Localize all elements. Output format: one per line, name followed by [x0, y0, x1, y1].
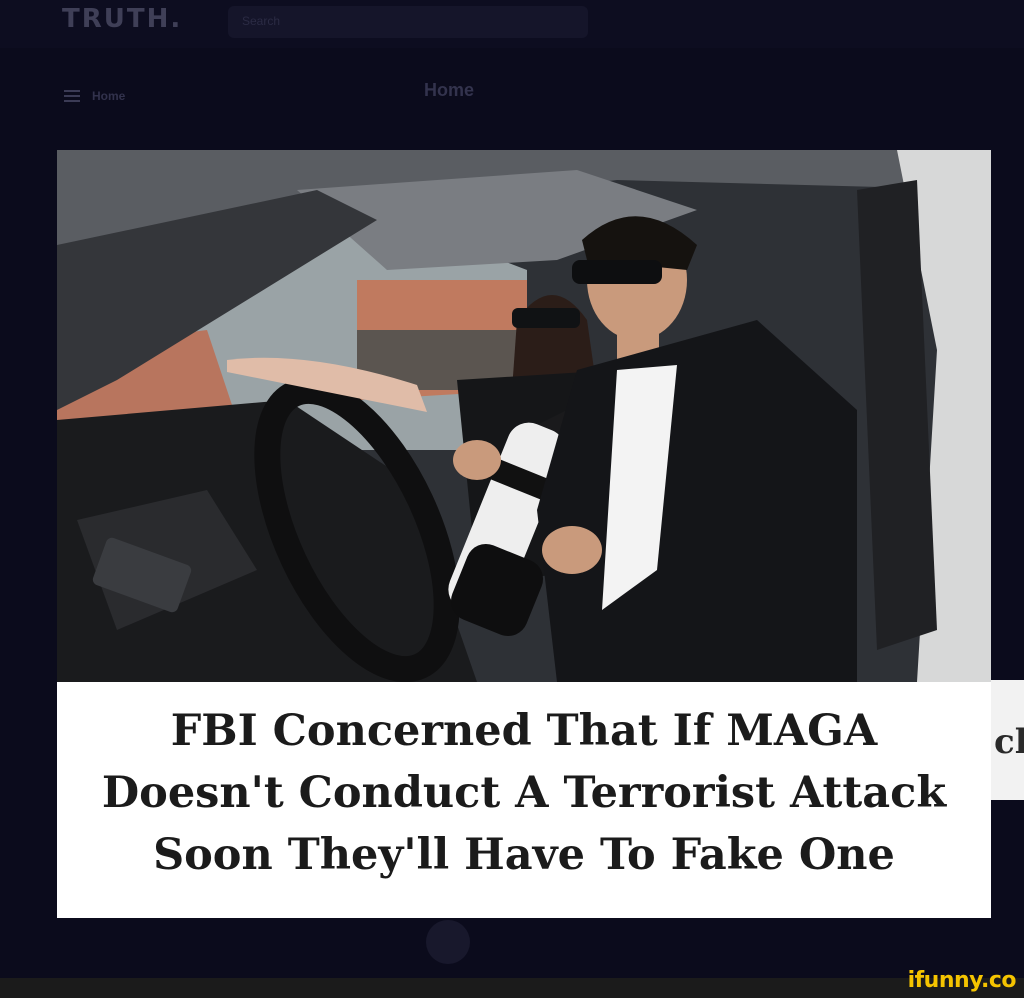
search-placeholder: Search: [242, 14, 281, 28]
headline-line-1: FBI Concerned That If MAGA: [170, 706, 878, 756]
post-headline: FBI Concerned That If MAGA Doesn't Condu…: [102, 700, 946, 900]
feed-menu-icon: [64, 88, 82, 104]
background-post-text: ck: [994, 722, 1024, 762]
post-caption-card: FBI Concerned That If MAGA Doesn't Condu…: [57, 682, 991, 918]
ifunny-watermark: ifunny.co: [907, 968, 1017, 993]
search-input[interactable]: Search: [228, 6, 588, 38]
post-image: [57, 150, 991, 682]
headline-line-3: Soon They'll Have To Fake One: [153, 830, 895, 880]
sidebar-item-label: Home: [92, 89, 126, 103]
top-bar: TRUTH. Search: [0, 0, 1024, 48]
watermark-bar: [0, 978, 1024, 998]
headline-line-2: Doesn't Conduct A Terrorist Attack: [101, 768, 947, 818]
faded-post-author: [426, 920, 470, 964]
truth-logo[interactable]: TRUTH.: [62, 4, 182, 34]
sidebar-item-home[interactable]: Home: [64, 88, 125, 104]
avatar: [426, 920, 470, 964]
page-title: Home: [424, 80, 475, 100]
